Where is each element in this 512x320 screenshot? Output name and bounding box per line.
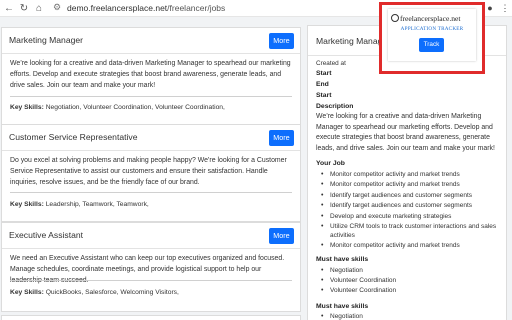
site-info-icon[interactable]: ⚙ — [53, 2, 61, 13]
url-path: /freelancer/jobs — [167, 3, 226, 13]
track-button[interactable]: Track — [419, 38, 444, 52]
job-title: Customer Service Representative — [9, 132, 138, 142]
job-skills: Key Skills: Negotiation, Volunteer Coord… — [10, 104, 225, 111]
job-description: We need an Executive Assistant who can k… — [10, 255, 285, 284]
job-card: Customer Service Representative More Do … — [1, 124, 301, 222]
job-duty-item: Develop and execute marketing strategies — [321, 212, 502, 221]
skills-label: Key Skills: — [10, 104, 44, 111]
skill-item: Volunteer Coordination — [321, 276, 502, 285]
job-description: Do you excel at solving problems and mak… — [10, 157, 287, 186]
must-have-skills-label: Must have skills — [316, 256, 369, 263]
skill-item: Volunteer Coordination — [321, 286, 502, 295]
skill-item: Negotiation — [321, 266, 502, 275]
job-card-header: Marketing Manager More — [2, 28, 300, 54]
must-have-skills-label: Must have skills — [316, 303, 369, 310]
more-button[interactable]: More — [269, 33, 294, 49]
job-duty-item: Utilize CRM tools to track customer inte… — [321, 222, 502, 240]
refresh-icon[interactable]: ↻ — [18, 2, 30, 14]
skill-item: Negotiation — [321, 312, 502, 320]
job-card-partial — [1, 315, 301, 320]
popup-logo-text: freelancersplace.net — [400, 14, 461, 23]
menu-kebab-icon[interactable]: ⋮ — [500, 2, 510, 14]
skills-label: Key Skills: — [10, 201, 44, 208]
address-bar[interactable]: demo.freelancersplace.net/freelancer/job… — [67, 3, 225, 13]
job-duty-item: Monitor competitor activity and market t… — [321, 180, 502, 189]
skills-list: Leadership, Teamwork, Teamwork, — [45, 201, 149, 208]
job-duty-item: Monitor competitor activity and market t… — [321, 170, 502, 179]
skills-list: QuickBooks, Salesforce, Welcoming Visito… — [45, 289, 179, 296]
job-card-header: Executive Assistant More — [2, 223, 300, 249]
job-skills: Key Skills: Leadership, Teamwork, Teamwo… — [10, 201, 149, 208]
divider — [10, 280, 292, 281]
job-duty-item: Identify target audiences and customer s… — [321, 191, 502, 200]
job-duty-item: Identify target audiences and customer s… — [321, 201, 502, 210]
detail-description: We’re looking for a creative and data-dr… — [316, 113, 495, 152]
job-description: We’re looking for a creative and data-dr… — [10, 60, 291, 89]
job-duty-item: Monitor competitor activity and market t… — [321, 241, 502, 250]
job-title: Executive Assistant — [9, 230, 84, 240]
skills-list: Negotiation, Volunteer Coordination, Vol… — [45, 104, 225, 111]
description-label: Description — [316, 103, 354, 110]
application-tracker-popup: freelancersplace.net APPLICATION TRACKER… — [379, 2, 485, 74]
profile-icon[interactable]: ● — [485, 2, 495, 14]
job-card: Marketing Manager More We’re looking for… — [1, 27, 301, 125]
end-label: End — [316, 81, 329, 88]
created-at-label: Created at — [316, 60, 346, 67]
job-card: Executive Assistant More We need an Exec… — [1, 222, 301, 312]
logo-icon — [391, 14, 399, 22]
skills-label: Key Skills: — [10, 289, 44, 296]
url-host: demo.freelancersplace.net — [67, 3, 168, 13]
popup-content: freelancersplace.net APPLICATION TRACKER… — [388, 9, 476, 61]
your-job-label: Your Job — [316, 160, 345, 167]
popup-subtitle: APPLICATION TRACKER — [400, 26, 464, 32]
start-label: Start — [316, 92, 332, 99]
home-icon[interactable]: ⌂ — [33, 2, 45, 14]
job-skills: Key Skills: QuickBooks, Salesforce, Welc… — [10, 289, 179, 296]
more-button[interactable]: More — [269, 130, 294, 146]
job-card-header: Customer Service Representative More — [2, 125, 300, 151]
more-button[interactable]: More — [269, 228, 294, 244]
divider — [10, 96, 292, 97]
start-label: Start — [316, 70, 332, 77]
back-arrow-icon[interactable]: ← — [3, 2, 15, 14]
job-title: Marketing Manager — [9, 35, 84, 45]
divider — [10, 192, 292, 193]
